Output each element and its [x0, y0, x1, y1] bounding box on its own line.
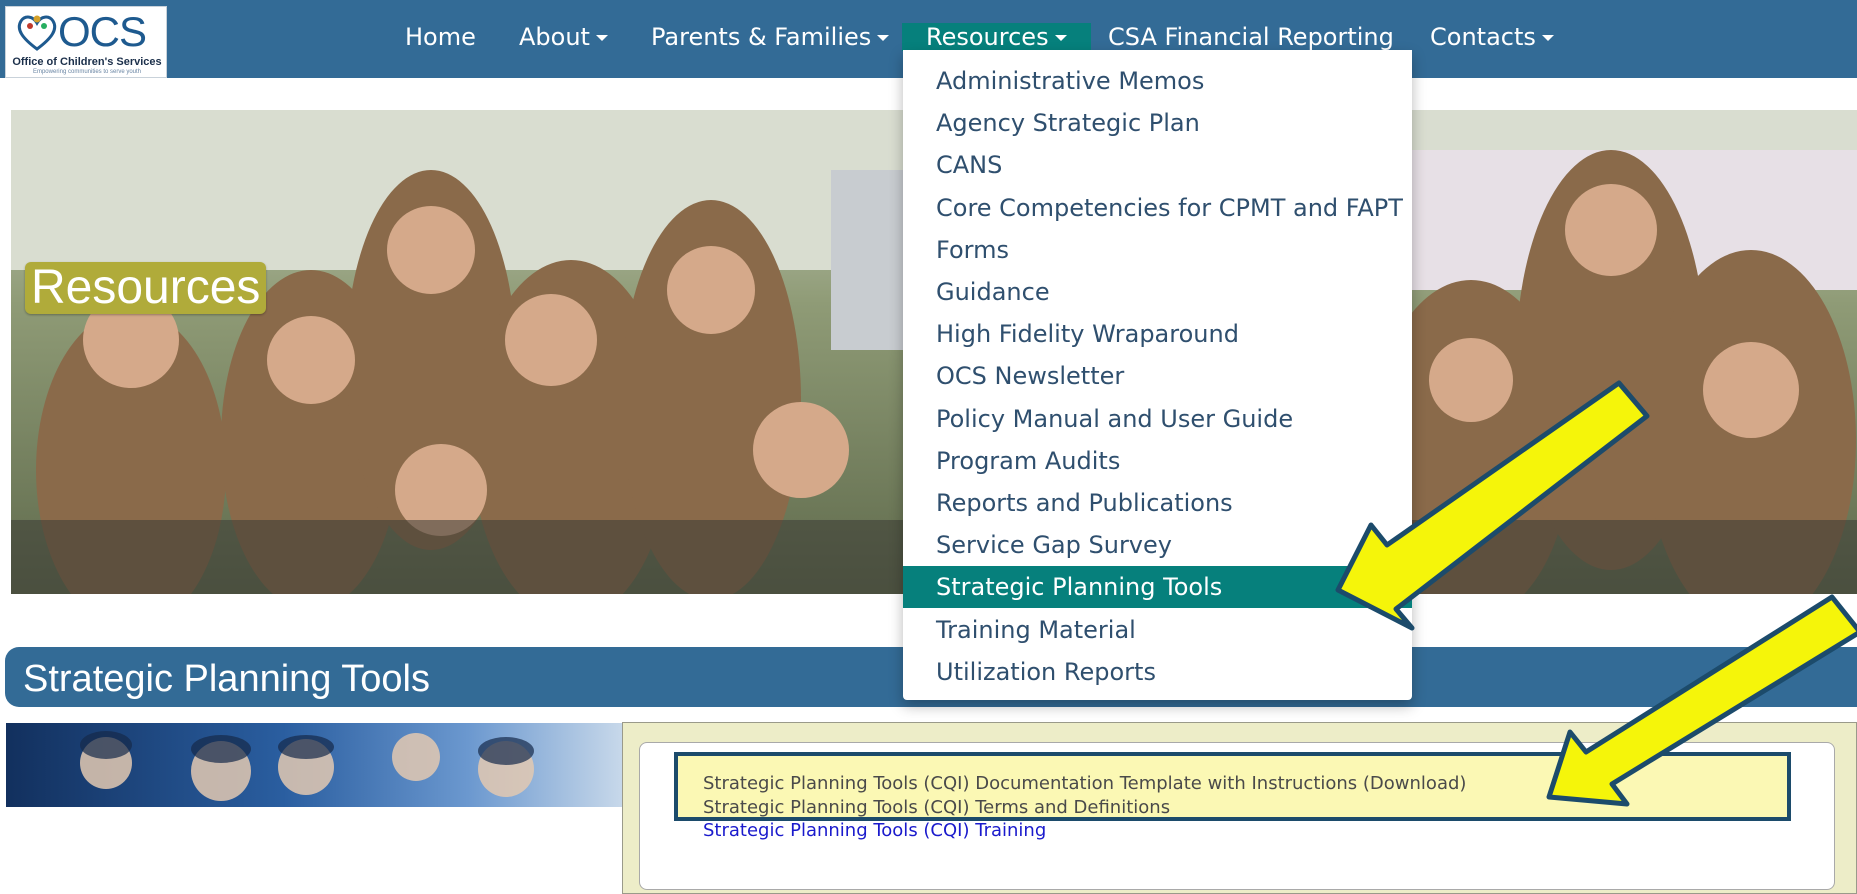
logo-org-name: Office of Children's Services — [12, 56, 162, 68]
resources-dropdown-menu: Administrative Memos Agency Strategic Pla… — [903, 50, 1412, 700]
nav-about[interactable]: About — [519, 0, 608, 74]
dropdown-item-training-material[interactable]: Training Material — [903, 609, 1412, 651]
dropdown-item-policy-manual-and-user-guide[interactable]: Policy Manual and User Guide — [903, 398, 1412, 440]
dropdown-item-utilization-reports[interactable]: Utilization Reports — [903, 651, 1412, 693]
page-title: Strategic Planning Tools — [23, 658, 430, 700]
nav-about-label: About — [519, 23, 590, 51]
link-cqi-training[interactable]: Strategic Planning Tools (CQI) Training — [703, 820, 1046, 842]
hero-section-label: Resources — [25, 262, 267, 314]
children-banner-image — [6, 723, 622, 807]
nav-home[interactable]: Home — [405, 0, 476, 74]
caret-down-icon — [1541, 35, 1554, 41]
nav-contacts-label: Contacts — [1430, 23, 1536, 51]
caret-down-icon — [877, 35, 890, 41]
logo-tagline: Empowering communities to serve youth — [32, 69, 142, 75]
nav-contacts[interactable]: Contacts — [1430, 0, 1554, 74]
dropdown-item-forms[interactable]: Forms — [903, 229, 1412, 271]
nav-parents-families[interactable]: Parents & Families — [651, 0, 890, 74]
link-terms-and-definitions[interactable]: Strategic Planning Tools (CQI) Terms and… — [703, 797, 1170, 819]
caret-down-icon — [1054, 35, 1067, 41]
dropdown-item-agency-strategic-plan[interactable]: Agency Strategic Plan — [903, 102, 1412, 144]
nav-parents-families-label: Parents & Families — [651, 23, 872, 51]
link-documentation-template[interactable]: Strategic Planning Tools (CQI) Documenta… — [703, 773, 1466, 795]
nav-home-label: Home — [405, 23, 476, 51]
children-photo — [80, 731, 534, 801]
logo-wordmark: OCS — [58, 8, 147, 55]
caret-down-icon — [595, 35, 608, 41]
dropdown-item-ocs-newsletter[interactable]: OCS Newsletter — [903, 355, 1412, 397]
dropdown-item-service-gap-survey[interactable]: Service Gap Survey — [903, 524, 1412, 566]
dropdown-item-high-fidelity-wraparound[interactable]: High Fidelity Wraparound — [903, 313, 1412, 355]
dropdown-item-cans[interactable]: CANS — [903, 144, 1412, 186]
dropdown-item-guidance[interactable]: Guidance — [903, 271, 1412, 313]
dropdown-item-program-audits[interactable]: Program Audits — [903, 440, 1412, 482]
dropdown-item-administrative-memos[interactable]: Administrative Memos — [903, 60, 1412, 102]
heart-family-icon — [17, 15, 57, 51]
ocs-logo[interactable]: OCS Office of Children's Services Empowe… — [5, 6, 167, 78]
nav-resources-label: Resources — [926, 23, 1049, 51]
dropdown-item-core-competencies-for-cpmt-and-fapt[interactable]: Core Competencies for CPMT and FAPT — [903, 187, 1412, 229]
nav-resources[interactable]: Resources — [902, 23, 1091, 51]
dropdown-item-reports-and-publications[interactable]: Reports and Publications — [903, 482, 1412, 524]
dropdown-item-strategic-planning-tools[interactable]: Strategic Planning Tools — [903, 566, 1412, 609]
nav-csa-financial-reporting-label: CSA Financial Reporting — [1108, 23, 1394, 51]
